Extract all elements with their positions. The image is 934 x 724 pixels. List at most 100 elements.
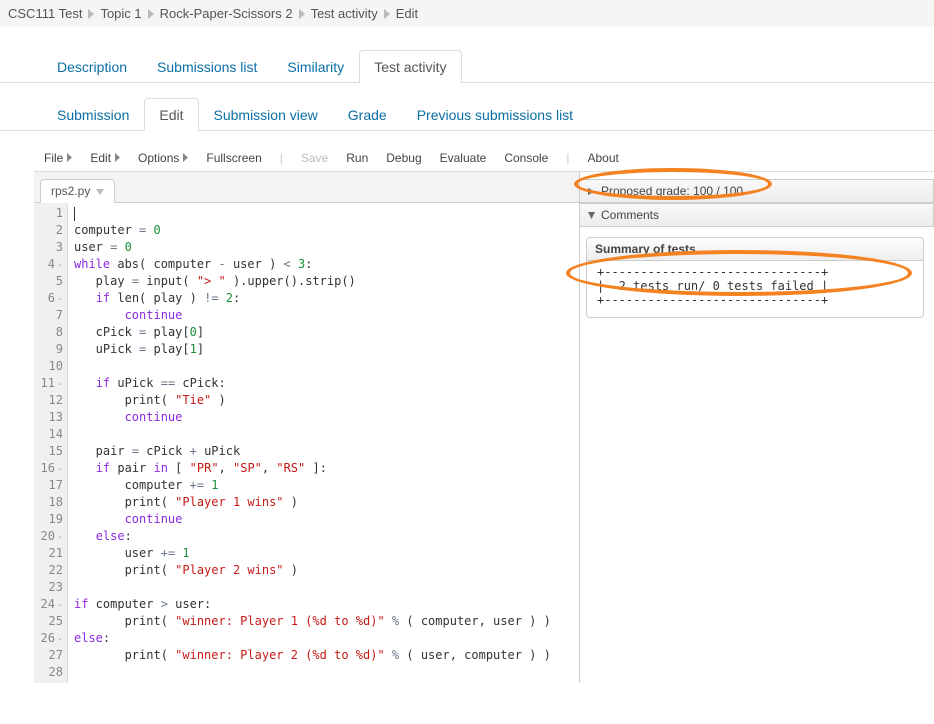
menu-edit[interactable]: Edit xyxy=(90,151,120,165)
line-number: 9 xyxy=(34,341,63,358)
code-line[interactable] xyxy=(74,205,551,222)
code-line[interactable]: uPick = play[1] xyxy=(74,341,551,358)
subtab-grade[interactable]: Grade xyxy=(333,98,402,131)
line-number: 12 xyxy=(34,392,63,409)
line-number: 22 xyxy=(34,562,63,579)
breadcrumb-item[interactable]: Topic 1 xyxy=(100,6,141,21)
file-tab-rps2[interactable]: rps2.py xyxy=(40,179,115,203)
code-line[interactable]: cPick = play[0] xyxy=(74,324,551,341)
tab-submissions-list[interactable]: Submissions list xyxy=(142,50,272,83)
line-number: 3 xyxy=(34,239,63,256)
code-line[interactable] xyxy=(74,426,551,443)
code-line[interactable] xyxy=(74,358,551,375)
code-line[interactable]: print( "Player 1 wins" ) xyxy=(74,494,551,511)
code-line[interactable]: print( "winner: Player 2 (%d to %d)" % (… xyxy=(74,647,551,664)
menu-fullscreen[interactable]: Fullscreen xyxy=(206,151,261,165)
code-line[interactable]: print( "Player 2 wins" ) xyxy=(74,562,551,579)
code-line[interactable]: while abs( computer - user ) < 3: xyxy=(74,256,551,273)
code-line[interactable] xyxy=(74,664,551,681)
breadcrumb-separator-icon xyxy=(299,9,305,19)
line-number: 6 xyxy=(34,290,63,307)
line-number: 14 xyxy=(34,426,63,443)
code-line[interactable]: continue xyxy=(74,409,551,426)
tabs-primary: DescriptionSubmissions listSimilarityTes… xyxy=(0,49,934,83)
code-line[interactable]: continue xyxy=(74,307,551,324)
code-line[interactable]: if computer > user: xyxy=(74,596,551,613)
menu-save: Save xyxy=(301,151,328,165)
file-tab-label: rps2.py xyxy=(51,184,90,198)
chevron-right-icon xyxy=(67,151,72,165)
line-number: 5 xyxy=(34,273,63,290)
menu-debug[interactable]: Debug xyxy=(386,151,421,165)
line-number: 7 xyxy=(34,307,63,324)
triangle-right-icon xyxy=(588,184,595,198)
code-line[interactable]: user += 1 xyxy=(74,545,551,562)
breadcrumb-separator-icon xyxy=(384,9,390,19)
breadcrumb-separator-icon xyxy=(88,9,94,19)
text-cursor xyxy=(74,207,75,221)
code-line[interactable]: if uPick == cPick: xyxy=(74,375,551,392)
code-line[interactable]: continue xyxy=(74,511,551,528)
comments-panel[interactable]: Comments xyxy=(580,203,934,227)
menu-options[interactable]: Options xyxy=(138,151,188,165)
menu-about[interactable]: About xyxy=(587,151,618,165)
menu-options-label: Options xyxy=(138,151,179,165)
line-number: 1 xyxy=(34,205,63,222)
tab-similarity[interactable]: Similarity xyxy=(272,50,359,83)
menu-evaluate[interactable]: Evaluate xyxy=(440,151,487,165)
line-number: 16 xyxy=(34,460,63,477)
line-number: 18 xyxy=(34,494,63,511)
code-line[interactable]: pair = cPick + uPick xyxy=(74,443,551,460)
results-column: Proposed grade: 100 / 100 Comments Summa… xyxy=(580,172,934,683)
line-number: 2 xyxy=(34,222,63,239)
code-line[interactable]: else: xyxy=(74,528,551,545)
subtab-submission[interactable]: Submission xyxy=(42,98,144,131)
proposed-grade-panel[interactable]: Proposed grade: 100 / 100 xyxy=(580,179,934,203)
code-line[interactable]: if len( play ) != 2: xyxy=(74,290,551,307)
ide-toolbar: File Edit Options Fullscreen | Save Run … xyxy=(34,145,934,172)
breadcrumb-item[interactable]: Test activity xyxy=(311,6,378,21)
subtab-submission-view[interactable]: Submission view xyxy=(199,98,333,131)
line-number: 17 xyxy=(34,477,63,494)
tab-description[interactable]: Description xyxy=(42,50,142,83)
line-number: 8 xyxy=(34,324,63,341)
triangle-down-icon xyxy=(588,208,595,222)
line-number: 20 xyxy=(34,528,63,545)
subtab-edit[interactable]: Edit xyxy=(144,98,198,131)
breadcrumb-separator-icon xyxy=(148,9,154,19)
code-line[interactable]: else: xyxy=(74,630,551,647)
tab-test-activity[interactable]: Test activity xyxy=(359,50,461,83)
code-line[interactable] xyxy=(74,579,551,596)
code-line[interactable]: print( "Tie" ) xyxy=(74,392,551,409)
separator: | xyxy=(280,151,283,165)
code-content[interactable]: computer = 0user = 0while abs( computer … xyxy=(68,203,557,683)
menu-console[interactable]: Console xyxy=(504,151,548,165)
breadcrumb: CSC111 Test Topic 1 Rock-Paper-Scissors 2 T… xyxy=(0,0,934,27)
menu-file[interactable]: File xyxy=(44,151,72,165)
line-number: 11 xyxy=(34,375,63,392)
line-number: 21 xyxy=(34,545,63,562)
menu-file-label: File xyxy=(44,151,63,165)
chevron-right-icon xyxy=(183,151,188,165)
breadcrumb-item[interactable]: Edit xyxy=(396,6,418,21)
code-editor[interactable]: 1234567891011121314151617181920212223242… xyxy=(34,203,579,683)
proposed-grade-label: Proposed grade: 100 / 100 xyxy=(601,184,743,198)
breadcrumb-item[interactable]: CSC111 Test xyxy=(8,6,82,21)
breadcrumb-item[interactable]: Rock-Paper-Scissors 2 xyxy=(160,6,293,21)
separator: | xyxy=(566,151,569,165)
code-line[interactable]: user = 0 xyxy=(74,239,551,256)
code-line[interactable]: if pair in [ "PR", "SP", "RS" ]: xyxy=(74,460,551,477)
code-line[interactable]: play = input( "> " ).upper().strip() xyxy=(74,273,551,290)
summary-title: Summary of tests xyxy=(587,238,923,261)
subtab-previous-submissions-list[interactable]: Previous submissions list xyxy=(402,98,588,131)
line-number: 25 xyxy=(34,613,63,630)
summary-of-tests: Summary of tests +----------------------… xyxy=(586,237,924,318)
line-number: 24 xyxy=(34,596,63,613)
menu-run[interactable]: Run xyxy=(346,151,368,165)
comments-label: Comments xyxy=(601,208,659,222)
code-line[interactable]: print( "winner: Player 1 (%d to %d)" % (… xyxy=(74,613,551,630)
chevron-down-icon xyxy=(96,184,104,198)
line-number: 26 xyxy=(34,630,63,647)
code-line[interactable]: computer = 0 xyxy=(74,222,551,239)
code-line[interactable]: computer += 1 xyxy=(74,477,551,494)
